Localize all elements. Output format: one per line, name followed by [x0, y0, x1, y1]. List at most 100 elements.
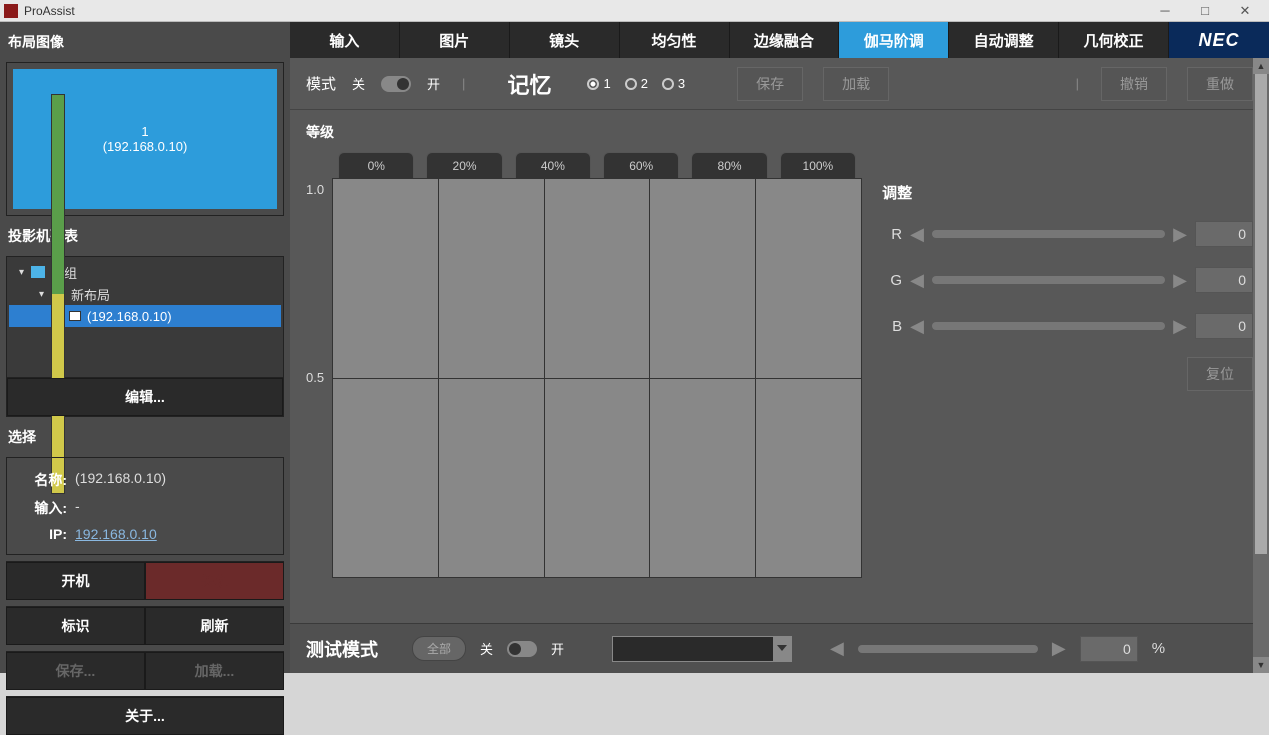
close-button[interactable]: ✕	[1225, 0, 1265, 22]
x-tick[interactable]: 80%	[691, 152, 767, 178]
identify-button[interactable]: 标识	[6, 607, 145, 645]
memory-load-button[interactable]: 加载	[823, 67, 889, 101]
gamma-chart: 0% 20% 40% 60% 80% 100%	[332, 152, 862, 578]
tree-projector[interactable]: (192.168.0.10)	[9, 305, 281, 327]
mode-bar: 模式 关 开 | 记忆 1 2 3 保存 加载 | 撤销 重做	[290, 58, 1269, 110]
edit-button[interactable]: 编辑...	[7, 378, 283, 416]
tab-lens[interactable]: 镜头	[510, 22, 620, 58]
test-increment[interactable]: ▶	[1052, 638, 1066, 659]
b-decrement[interactable]: ◀	[910, 316, 924, 337]
reset-button[interactable]: 复位	[1187, 357, 1253, 391]
x-tick[interactable]: 0%	[338, 152, 414, 178]
test-value-input[interactable]	[1080, 636, 1138, 662]
brand-logo: NEC	[1169, 22, 1269, 58]
redo-button[interactable]: 重做	[1187, 67, 1253, 101]
tree-group[interactable]: ▾ 新组	[9, 261, 281, 283]
g-decrement[interactable]: ◀	[910, 270, 924, 291]
test-decrement[interactable]: ◀	[830, 638, 844, 659]
minimize-button[interactable]: ─	[1145, 0, 1185, 22]
titlebar: ProAssist ─ □ ✕	[0, 0, 1269, 22]
g-value-input[interactable]	[1195, 267, 1253, 293]
adjust-title: 调整	[882, 182, 1253, 203]
undo-button[interactable]: 撤销	[1101, 67, 1167, 101]
test-mode-bar: 测试模式 全部 关 开 ◀ ▶ %	[290, 623, 1253, 673]
memory-radio-2[interactable]: 2	[625, 76, 648, 91]
tab-auto-adjust[interactable]: 自动调整	[949, 22, 1059, 58]
mode-toggle[interactable]	[381, 76, 411, 92]
slider-row-b: B ◀ ▶	[882, 311, 1253, 341]
sidebar: 布局图像 1 (192.168.0.10) 投影机列表 ▾ 新组 ▾ 新布局	[0, 22, 290, 673]
b-label: B	[882, 318, 902, 335]
test-all-button[interactable]: 全部	[412, 636, 466, 661]
tab-bar: 输入 图片 镜头 均匀性 边缘融合 伽马阶调 自动调整 几何校正 NEC	[290, 22, 1269, 58]
tree-projector-label: (192.168.0.10)	[87, 309, 172, 324]
projector-icon	[69, 311, 81, 321]
memory-title: 记忆	[507, 68, 551, 100]
vertical-scrollbar[interactable]: ▲ ▼	[1253, 58, 1269, 673]
r-slider[interactable]	[932, 230, 1165, 238]
ip-link[interactable]: 192.168.0.10	[75, 526, 157, 542]
memory-radio-1[interactable]: 1	[587, 76, 610, 91]
b-slider[interactable]	[932, 322, 1165, 330]
expand-arrow-icon[interactable]: ▾	[39, 289, 51, 300]
tab-image[interactable]: 图片	[400, 22, 510, 58]
tab-gamma[interactable]: 伽马阶调	[839, 22, 949, 58]
power-on-button[interactable]: 开机	[6, 562, 145, 600]
name-label: 名称:	[17, 470, 67, 490]
layout-image-title: 布局图像	[6, 28, 284, 56]
test-off-label: 关	[480, 639, 493, 658]
tab-input[interactable]: 输入	[290, 22, 400, 58]
slider-row-r: R ◀ ▶	[882, 219, 1253, 249]
r-decrement[interactable]: ◀	[910, 224, 924, 245]
scroll-down-icon[interactable]: ▼	[1253, 657, 1269, 673]
mode-on-label: 开	[427, 74, 440, 93]
scroll-thumb[interactable]	[1255, 74, 1267, 554]
x-tick[interactable]: 100%	[780, 152, 856, 178]
x-tick[interactable]: 20%	[426, 152, 502, 178]
app-icon	[4, 4, 18, 18]
expand-arrow-icon[interactable]: ▾	[19, 267, 31, 278]
b-value-input[interactable]	[1195, 313, 1253, 339]
y-tick	[320, 557, 324, 572]
scroll-up-icon[interactable]: ▲	[1253, 58, 1269, 74]
x-tick[interactable]: 60%	[603, 152, 679, 178]
about-button[interactable]: 关于...	[6, 697, 284, 735]
x-labels: 0% 20% 40% 60% 80% 100%	[332, 152, 862, 178]
tree-layout[interactable]: ▾ 新布局	[9, 283, 281, 305]
test-toggle[interactable]	[507, 641, 537, 657]
maximize-button[interactable]: □	[1185, 0, 1225, 22]
mode-off-label: 关	[352, 74, 365, 93]
tab-geometry[interactable]: 几何校正	[1059, 22, 1169, 58]
r-increment[interactable]: ▶	[1173, 224, 1187, 245]
memory-radio-3[interactable]: 3	[662, 76, 685, 91]
load-button[interactable]: 加载...	[145, 652, 284, 690]
x-tick[interactable]: 40%	[515, 152, 591, 178]
test-pattern-dropdown[interactable]	[612, 636, 792, 662]
tab-uniformity[interactable]: 均匀性	[620, 22, 730, 58]
app-title: ProAssist	[24, 4, 1145, 18]
input-label: 输入:	[17, 498, 67, 518]
b-increment[interactable]: ▶	[1173, 316, 1187, 337]
refresh-button[interactable]: 刷新	[145, 607, 284, 645]
level-section: 等级 1.0 0.5 0% 20% 40% 60% 80%	[290, 110, 1269, 590]
projector-tree: ▾ 新组 ▾ 新布局 (192.168.0.10)	[7, 257, 283, 377]
chart-grid[interactable]	[332, 178, 862, 578]
memory-save-button[interactable]: 保存	[737, 67, 803, 101]
level-title: 等级	[306, 122, 1253, 142]
tab-edge-blend[interactable]: 边缘融合	[730, 22, 840, 58]
test-slider[interactable]	[858, 645, 1038, 653]
g-increment[interactable]: ▶	[1173, 270, 1187, 291]
r-value-input[interactable]	[1195, 221, 1253, 247]
y-axis: 1.0 0.5	[306, 152, 332, 572]
y-tick: 1.0	[306, 182, 324, 197]
content: 输入 图片 镜头 均匀性 边缘融合 伽马阶调 自动调整 几何校正 NEC 模式 …	[290, 22, 1269, 673]
layout-preview: 1 (192.168.0.10)	[6, 62, 284, 216]
adjust-panel: 调整 R ◀ ▶ G ◀ ▶	[882, 152, 1253, 578]
save-button[interactable]: 保存...	[6, 652, 145, 690]
power-off-button[interactable]: 关机	[145, 562, 284, 600]
projector-list: ▾ 新组 ▾ 新布局 (192.168.0.10) 编辑...	[6, 256, 284, 417]
thumb-ip: (192.168.0.10)	[103, 139, 188, 154]
name-value: (192.168.0.10)	[75, 470, 166, 490]
ip-label: IP:	[17, 526, 67, 542]
g-slider[interactable]	[932, 276, 1165, 284]
